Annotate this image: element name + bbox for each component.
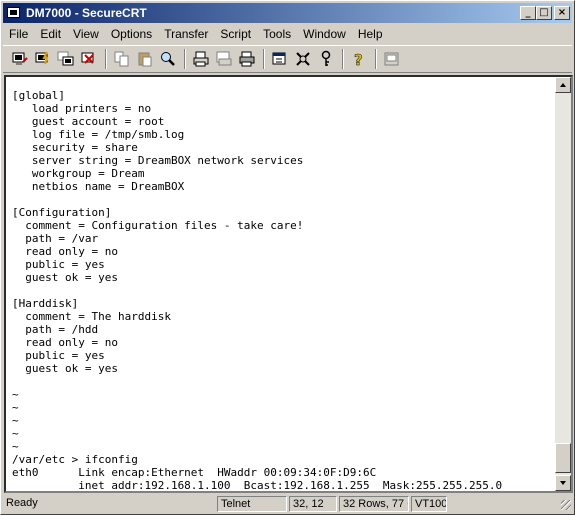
toolbar: ? [3, 45, 572, 73]
scroll-down-button[interactable] [555, 475, 571, 491]
menu-tools[interactable]: Tools [257, 25, 297, 43]
vertical-scrollbar[interactable] [555, 77, 571, 491]
terminal-line: ~ [12, 414, 19, 427]
terminal-line: public = yes [12, 258, 105, 271]
svg-text:?: ? [354, 51, 363, 68]
status-cursor-position: 32, 12 [289, 496, 337, 512]
connect-icon[interactable] [9, 48, 31, 70]
keymap-icon[interactable] [315, 48, 337, 70]
terminal-line: guest ok = yes [12, 271, 118, 284]
terminal-line: read only = no [12, 336, 118, 349]
session-options-icon[interactable] [269, 48, 291, 70]
status-ready: Ready [6, 497, 38, 509]
terminal-line: inet addr:192.168.1.100 Bcast:192.168.1.… [12, 479, 503, 491]
print-icon[interactable] [190, 48, 212, 70]
terminal-line: [Configuration] [12, 206, 112, 219]
menu-options[interactable]: Options [105, 25, 158, 43]
terminal-line: public = yes [12, 349, 105, 362]
terminal-line: [Harddisk] [12, 297, 79, 310]
status-protocol: Telnet [217, 496, 287, 512]
help-icon[interactable]: ? [348, 48, 370, 70]
resize-grip-icon[interactable] [558, 497, 572, 511]
toolbar-separator [263, 49, 265, 69]
terminal-line: read only = no [12, 245, 118, 258]
terminal-line: server string = DreamBOX network service… [12, 154, 304, 167]
menu-window[interactable]: Window [297, 25, 352, 43]
terminal-line: ~ [12, 388, 19, 401]
disconnect-icon[interactable] [78, 48, 100, 70]
terminal-line: netbios name = DreamBOX [12, 180, 185, 193]
terminal-line: ~ [12, 440, 19, 453]
status-terminal-type: VT100 [411, 496, 447, 512]
menu-view[interactable]: View [67, 25, 105, 43]
menu-file[interactable]: File [3, 25, 34, 43]
find-icon[interactable] [157, 48, 179, 70]
toolbar-separator [184, 49, 186, 69]
print-selection-icon[interactable] [213, 48, 235, 70]
toolbar-separator [342, 49, 344, 69]
menu-script[interactable]: Script [214, 25, 257, 43]
maximize-button[interactable]: □ [536, 6, 552, 20]
status-terminal-size: 32 Rows, 77 Cols [339, 496, 409, 512]
app-icon[interactable] [6, 5, 22, 21]
menu-edit[interactable]: Edit [34, 25, 67, 43]
terminal-line: path = /hdd [12, 323, 99, 336]
status-bar: Ready Telnet 32, 12 32 Rows, 77 Cols VT1… [3, 495, 572, 513]
terminal-line: ~ [12, 401, 19, 414]
sftp-icon[interactable] [381, 48, 403, 70]
terminal-line: comment = The harddisk [12, 310, 171, 323]
terminal-line: ~ [12, 427, 19, 440]
menu-transfer[interactable]: Transfer [158, 25, 214, 43]
arrow-up-icon [560, 83, 566, 87]
terminal-line: comment = Configuration files - take car… [12, 219, 304, 232]
terminal-line: load printers = no [12, 102, 152, 115]
arrow-down-icon [560, 481, 566, 485]
menu-help[interactable]: Help [352, 25, 389, 43]
terminal-frame: [global] load printers = no guest accoun… [4, 75, 573, 493]
terminal-line: /var/etc > ifconfig [12, 453, 138, 466]
toolbar-separator [105, 49, 107, 69]
paste-icon[interactable] [134, 48, 156, 70]
toolbar-separator [375, 49, 377, 69]
title-bar[interactable]: DM7000 - SecureCRT _ □ × [3, 3, 572, 23]
scroll-up-button[interactable] [555, 77, 571, 93]
terminal-line: eth0 Link encap:Ethernet HWaddr 00:09:34… [12, 466, 377, 479]
securecrt-window: DM7000 - SecureCRT _ □ × File Edit View … [0, 0, 575, 515]
menu-bar: File Edit View Options Transfer Script T… [3, 24, 572, 43]
clone-session-icon[interactable] [55, 48, 77, 70]
copy-icon[interactable] [111, 48, 133, 70]
scroll-thumb[interactable] [555, 443, 571, 473]
terminal-line: guest ok = yes [12, 362, 118, 375]
terminal-line: [global] [12, 89, 65, 102]
terminal-line: path = /var [12, 232, 99, 245]
quick-connect-icon[interactable] [32, 48, 54, 70]
close-button[interactable]: × [554, 6, 570, 20]
terminal-line: guest account = root [12, 115, 165, 128]
terminal-line: workgroup = Dream [12, 167, 145, 180]
terminal-output[interactable]: [global] load printers = no guest accoun… [6, 77, 554, 491]
terminal-line: security = share [12, 141, 138, 154]
window-title: DM7000 - SecureCRT [26, 6, 147, 20]
print-screen-icon[interactable] [236, 48, 258, 70]
terminal-line: log file = /tmp/smb.log [12, 128, 185, 141]
minimize-button[interactable]: _ [520, 6, 536, 20]
global-options-icon[interactable] [292, 48, 314, 70]
